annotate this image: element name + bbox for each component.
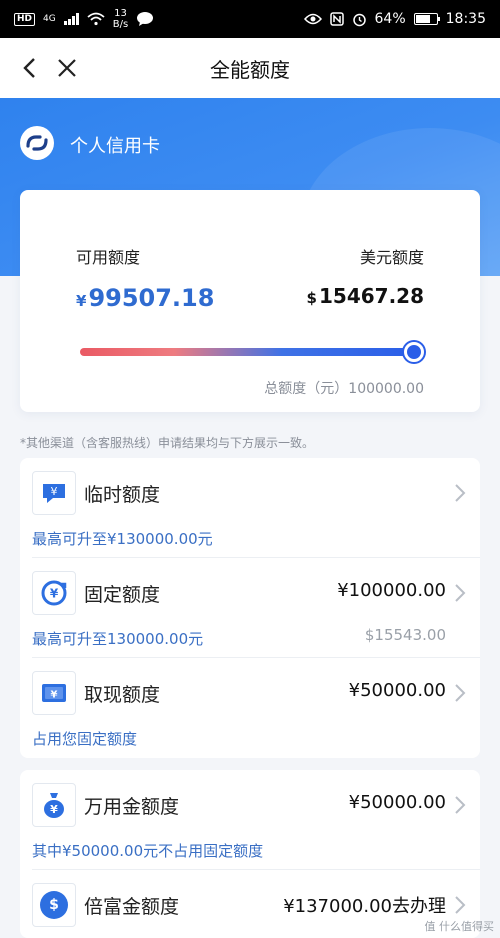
money-bag-icon: ¥	[32, 783, 76, 827]
row-usd-amount: $15543.00	[364, 626, 446, 644]
chevron-right-icon	[455, 896, 466, 914]
net-speed: 13 B/s	[113, 8, 128, 30]
row-title: 临时额度	[84, 484, 161, 506]
fixed-quota-row[interactable]: ¥ 固定额度 ¥100000.00 最高可升至130000.00元 $15543…	[20, 558, 480, 658]
row-subtitle: 占用您固定额度	[32, 730, 138, 748]
row-title: 倍富金额度	[84, 896, 180, 918]
row-title: 万用金额度	[84, 796, 180, 818]
bank-logo-icon	[20, 126, 54, 160]
clock: 18:35	[445, 11, 486, 27]
page-title: 全能额度	[210, 57, 290, 82]
chevron-right-icon	[455, 684, 466, 702]
row-title: 固定额度	[84, 584, 161, 606]
quota-progress-knob	[404, 342, 425, 362]
temporary-quota-row[interactable]: ¥ 临时额度 最高可升至¥130000.00元	[20, 458, 480, 558]
row-amount: ¥100000.00	[337, 580, 446, 601]
total-quota: 总额度（元）100000.00	[264, 381, 424, 397]
card-name: 个人信用卡	[70, 136, 160, 157]
alarm-icon	[352, 13, 366, 26]
row-title: 取现额度	[84, 684, 161, 706]
universal-quota-row[interactable]: ¥ 万用金额度 ¥50000.00 其中¥50000.00元不占用固定额度	[20, 770, 480, 870]
row-subtitle: 其中¥50000.00元不占用固定额度	[32, 842, 264, 860]
quota-card: 可用额度 ¥99507.18 美元额度 $15467.28 总额度（元）1000…	[20, 190, 480, 412]
quota-list: ¥ 临时额度 最高可升至¥130000.00元 ¥ 固定额度 ¥100000.0…	[20, 458, 480, 758]
chevron-right-icon	[455, 484, 466, 502]
available-value: 99507.18	[88, 284, 215, 312]
svg-text:¥: ¥	[50, 587, 59, 601]
chevron-right-icon	[455, 796, 466, 814]
chat-bubble-icon	[137, 12, 154, 26]
available-amount: ¥99507.18	[76, 284, 214, 312]
svg-text:¥: ¥	[50, 803, 58, 816]
disclaimer-note: *其他渠道（含客服热线）申请结果均与下方展示一致。	[20, 436, 315, 450]
row-subtitle: 最高可升至130000.00元	[32, 630, 204, 648]
cash-quota-icon: ¥	[32, 671, 76, 715]
usd-label: 美元额度	[359, 248, 424, 267]
chevron-left-icon	[23, 58, 35, 78]
usd-value: 15467.28	[318, 284, 424, 308]
quota-progress-bar	[80, 348, 416, 356]
apply-link[interactable]: ¥137000.00去办理	[283, 892, 446, 918]
available-currency: ¥	[76, 292, 87, 310]
chevron-right-icon	[455, 584, 466, 602]
svg-text:¥: ¥	[51, 690, 58, 701]
row-amount: ¥50000.00	[348, 792, 446, 813]
net-speed-unit: B/s	[112, 19, 129, 30]
wifi-icon	[87, 12, 105, 26]
signal-icon	[63, 13, 79, 25]
nfc-icon	[329, 12, 344, 26]
usd-currency: $	[306, 289, 317, 307]
temporary-quota-icon: ¥	[32, 471, 76, 515]
usd-amount: $15467.28	[307, 284, 424, 308]
status-bar: HD 4G 13 B/s 64% 18:35	[0, 0, 500, 38]
back-button[interactable]	[14, 53, 44, 83]
battery-icon	[413, 13, 440, 25]
watermark: 值 什么值得买	[424, 920, 495, 933]
hd-indicator: HD	[14, 12, 36, 26]
battery-percent: 64%	[374, 11, 406, 27]
net-speed-value: 13	[114, 8, 127, 19]
cash-quota-row[interactable]: ¥ 取现额度 ¥50000.00 占用您固定额度	[20, 658, 480, 758]
extra-quota-list: ¥ 万用金额度 ¥50000.00 其中¥50000.00元不占用固定额度 $ …	[20, 770, 480, 938]
nav-bar: 全能额度	[0, 38, 500, 98]
fixed-quota-icon: ¥	[32, 571, 76, 615]
row-subtitle: 最高可升至¥130000.00元	[32, 530, 213, 548]
svg-text:¥: ¥	[51, 485, 58, 498]
row-amount: ¥50000.00	[348, 680, 446, 701]
close-button[interactable]	[52, 53, 82, 83]
network-type: 4G	[43, 14, 56, 24]
available-label: 可用额度	[76, 248, 141, 267]
dollar-coin-icon: $	[32, 883, 76, 927]
eye-icon	[303, 13, 322, 25]
close-icon	[58, 59, 76, 77]
beifu-quota-row[interactable]: $ 倍富金额度 ¥137000.00去办理	[20, 870, 480, 938]
